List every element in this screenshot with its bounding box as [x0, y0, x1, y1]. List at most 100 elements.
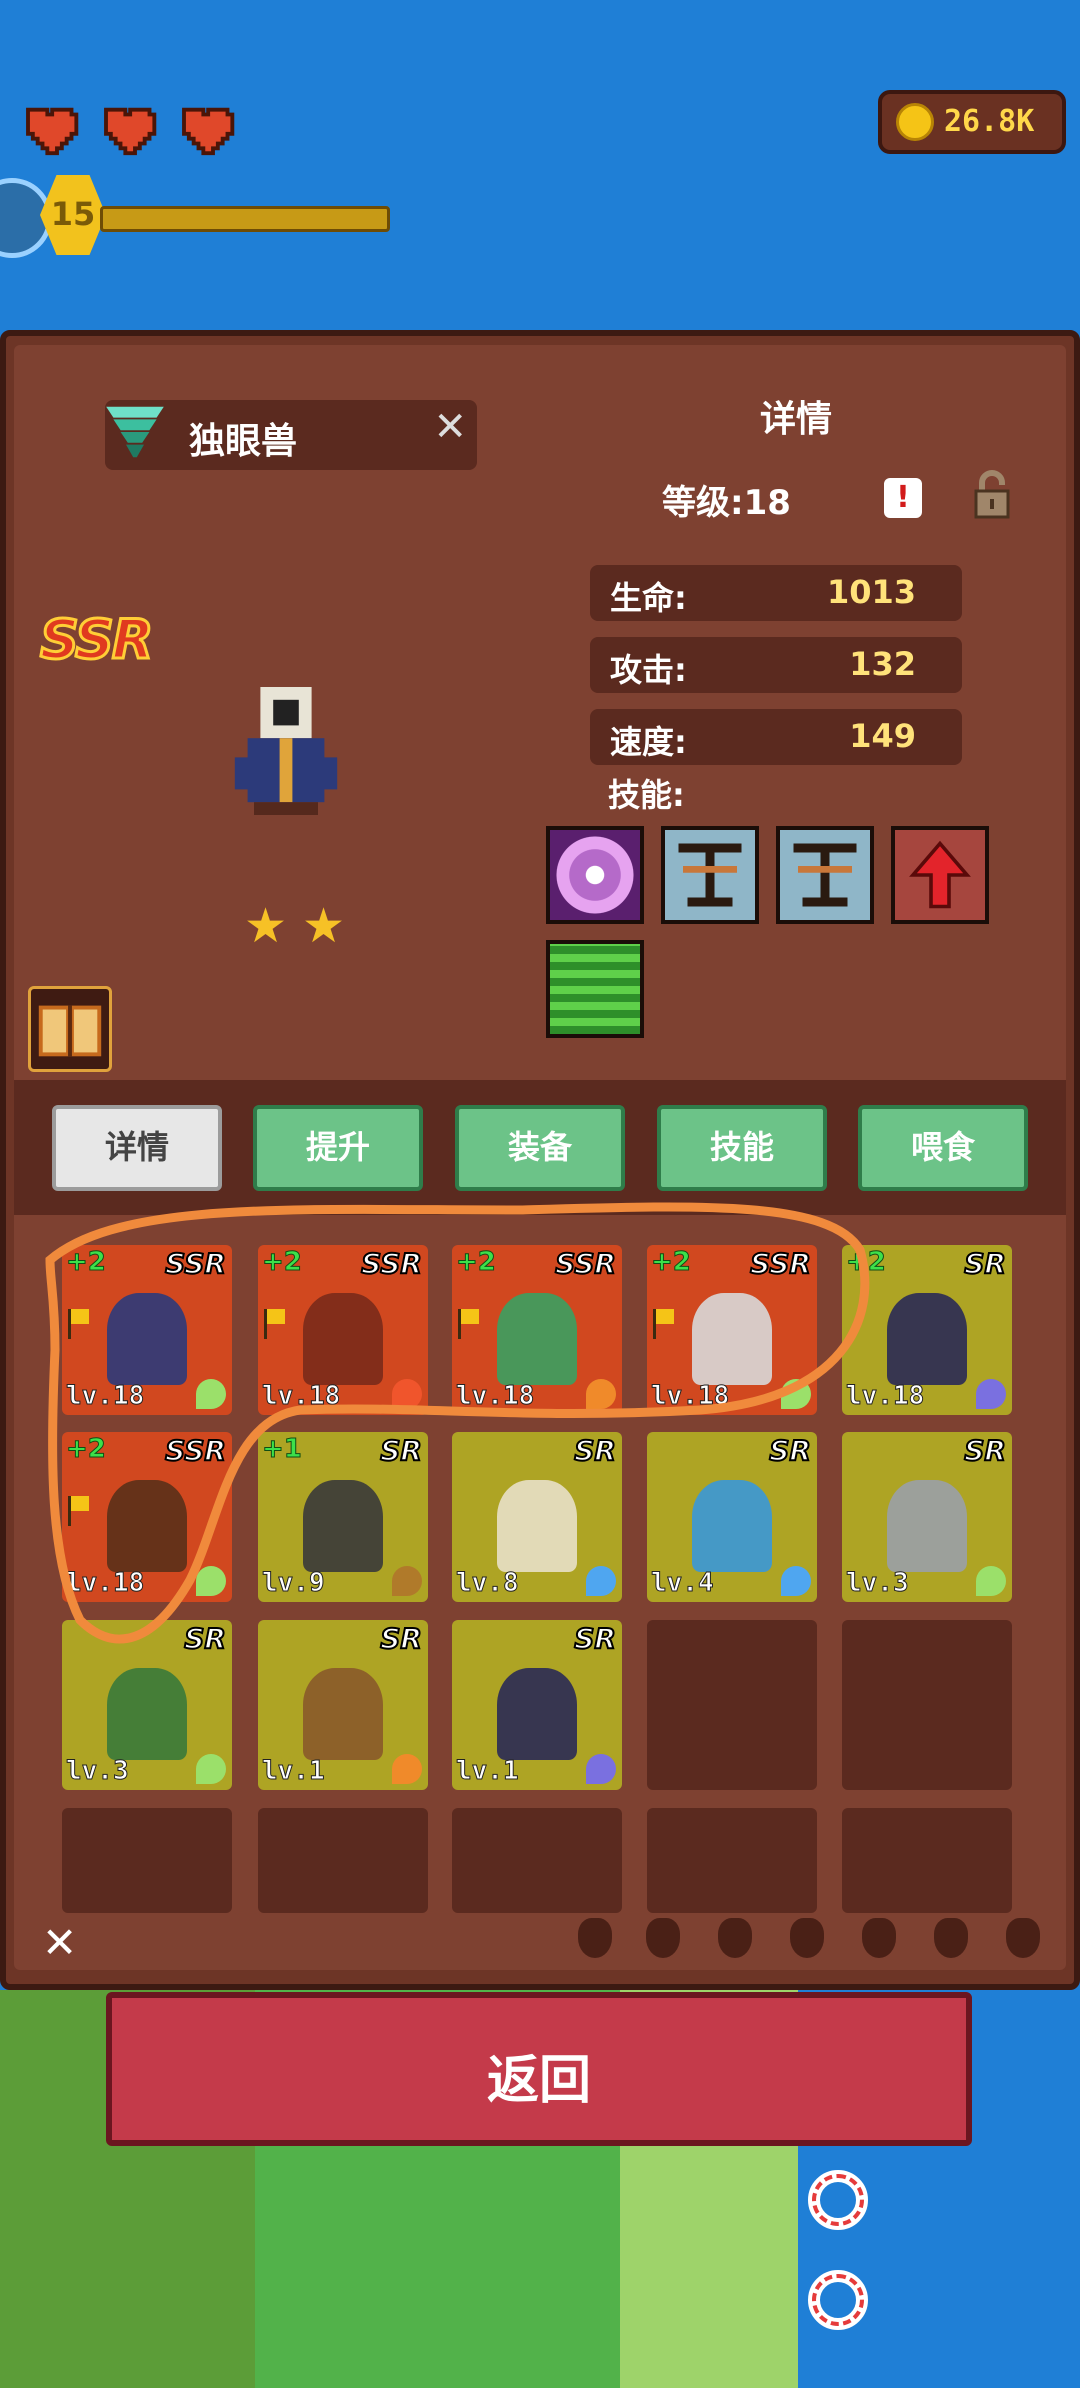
empty-slot[interactable]: [62, 1808, 232, 1913]
plus-level: +2: [456, 1247, 497, 1278]
earth-filter-icon[interactable]: [646, 1918, 680, 1958]
empty-slot[interactable]: [842, 1808, 1012, 1913]
monster-card[interactable]: SR lv.3: [842, 1432, 1012, 1602]
card-level: lv.4: [651, 1568, 715, 1599]
shield-filter-icon[interactable]: [790, 1918, 824, 1958]
monster-card[interactable]: SSR +2 lv.18: [258, 1245, 428, 1415]
xp-bar: [100, 206, 390, 232]
purple-orb-skill-icon[interactable]: [546, 826, 644, 924]
rarity-badge: SR: [573, 1433, 617, 1468]
empty-slot[interactable]: [842, 1620, 1012, 1790]
flag-icon: [458, 1309, 479, 1339]
dark-knight-sprite: [497, 1668, 577, 1760]
empty-slot[interactable]: [258, 1808, 428, 1913]
card-level: lv.3: [66, 1756, 130, 1787]
monster-card[interactable]: SSR +2 lv.18: [62, 1245, 232, 1415]
life-buoy-icon: [808, 2270, 868, 2330]
green-ghost-sprite: [497, 1293, 577, 1385]
ssr-rarity-logo: SSR: [38, 607, 154, 673]
monster-card[interactable]: SSR +2 lv.18: [452, 1245, 622, 1415]
flag-icon: [68, 1309, 89, 1339]
skeleton-goblin-sprite: [692, 1293, 772, 1385]
monster-card[interactable]: SR lv.8: [452, 1432, 622, 1602]
rarity-badge: SR: [963, 1433, 1007, 1468]
sun-element-icon: [392, 1754, 422, 1784]
treant-sprite: [107, 1480, 187, 1572]
sage-sprite: [497, 1480, 577, 1572]
plus-level: +2: [66, 1434, 107, 1465]
rarity-badge: SSR: [164, 1246, 227, 1281]
monster-card[interactable]: SSR +2 lv.18: [647, 1245, 817, 1415]
monster-card[interactable]: SR lv.3: [62, 1620, 232, 1790]
monster-card[interactable]: SR lv.4: [647, 1432, 817, 1602]
monster-card[interactable]: SR +1 lv.9: [258, 1432, 428, 1602]
life-buoy-icon: [808, 2170, 868, 2230]
stat-value: 149: [849, 717, 916, 755]
flag-icon: [68, 1496, 89, 1526]
fire-element-icon: [392, 1379, 422, 1409]
fire-filter-icon[interactable]: [862, 1918, 896, 1958]
tab-equipment[interactable]: 装备: [455, 1105, 625, 1191]
leaf-element-icon: [196, 1754, 226, 1784]
card-level: lv.18: [845, 1381, 925, 1412]
water-element-icon: [781, 1566, 811, 1596]
leaf-filter-icon[interactable]: [578, 1918, 612, 1958]
skills-label: 技能:: [608, 776, 685, 814]
rarity-badge: SSR: [360, 1246, 423, 1281]
moon-filter-icon[interactable]: [1006, 1918, 1040, 1958]
empty-slot[interactable]: [647, 1808, 817, 1913]
gear-filter-icon[interactable]: [934, 1918, 968, 1958]
monster-card[interactable]: SR lv.1: [452, 1620, 622, 1790]
leaf-element-icon: [196, 1566, 226, 1596]
rarity-badge: SR: [768, 1433, 812, 1468]
tab-skills[interactable]: 技能: [657, 1105, 827, 1191]
balance-skill-icon[interactable]: [776, 826, 874, 924]
water-element-icon: [586, 1566, 616, 1596]
book-icon: [38, 1005, 102, 1057]
leaf-element-icon: [196, 1379, 226, 1409]
plus-level: +2: [846, 1247, 887, 1278]
tab-upgrade[interactable]: 提升: [253, 1105, 423, 1191]
rarity-badge: SR: [963, 1246, 1007, 1281]
back-button-label: 返回: [486, 2051, 591, 2111]
moon-element-icon: [976, 1379, 1006, 1409]
card-level: lv.18: [65, 1568, 145, 1599]
green-rune-skill-icon[interactable]: [546, 940, 644, 1038]
tornado-icon: [106, 406, 164, 458]
samurai-sprite: [303, 1293, 383, 1385]
rarity-badge: SR: [379, 1433, 423, 1468]
alert-icon[interactable]: !: [884, 478, 922, 518]
card-level: lv.18: [261, 1381, 341, 1412]
tab-feed[interactable]: 喂食: [858, 1105, 1028, 1191]
water-filter-icon[interactable]: [718, 1918, 752, 1958]
player-level: 15: [50, 195, 96, 233]
heart-icon: [104, 107, 157, 156]
rarity-badge: SSR: [749, 1246, 812, 1281]
back-button[interactable]: 返回: [106, 1992, 972, 2146]
rarity-badge: SSR: [164, 1433, 227, 1468]
stat-row-speed: 速度: 149: [590, 709, 962, 765]
empty-slot[interactable]: [647, 1620, 817, 1790]
earth-element-icon: [392, 1566, 422, 1596]
card-level: lv.1: [456, 1756, 520, 1787]
golem-sprite: [303, 1480, 383, 1572]
tab-details[interactable]: 详情: [52, 1105, 222, 1191]
monster-card[interactable]: SSR +2 lv.18: [62, 1432, 232, 1602]
close-panel-button[interactable]: ✕: [42, 1918, 77, 1967]
rarity-badge: SR: [183, 1621, 227, 1656]
balance-skill-icon[interactable]: [661, 826, 759, 924]
card-level: lv.18: [455, 1381, 535, 1412]
monster-card[interactable]: SR lv.1: [258, 1620, 428, 1790]
card-level: lv.1: [262, 1756, 326, 1787]
close-name-button[interactable]: ✕: [433, 404, 467, 450]
empty-slot[interactable]: [452, 1808, 622, 1913]
monster-level: 等级:18: [662, 483, 791, 523]
lock-icon[interactable]: [972, 470, 1012, 520]
coin-icon: [896, 103, 934, 141]
red-arrow-up-skill-icon[interactable]: [891, 826, 989, 924]
monster-card[interactable]: SR +2 lv.18: [842, 1245, 1012, 1415]
heart-icon: [26, 107, 79, 156]
bestiary-book-button[interactable]: [28, 986, 112, 1072]
coin-counter[interactable]: 26.8K: [878, 90, 1066, 154]
monster-name-box: 独眼兽 ✕: [105, 400, 477, 470]
